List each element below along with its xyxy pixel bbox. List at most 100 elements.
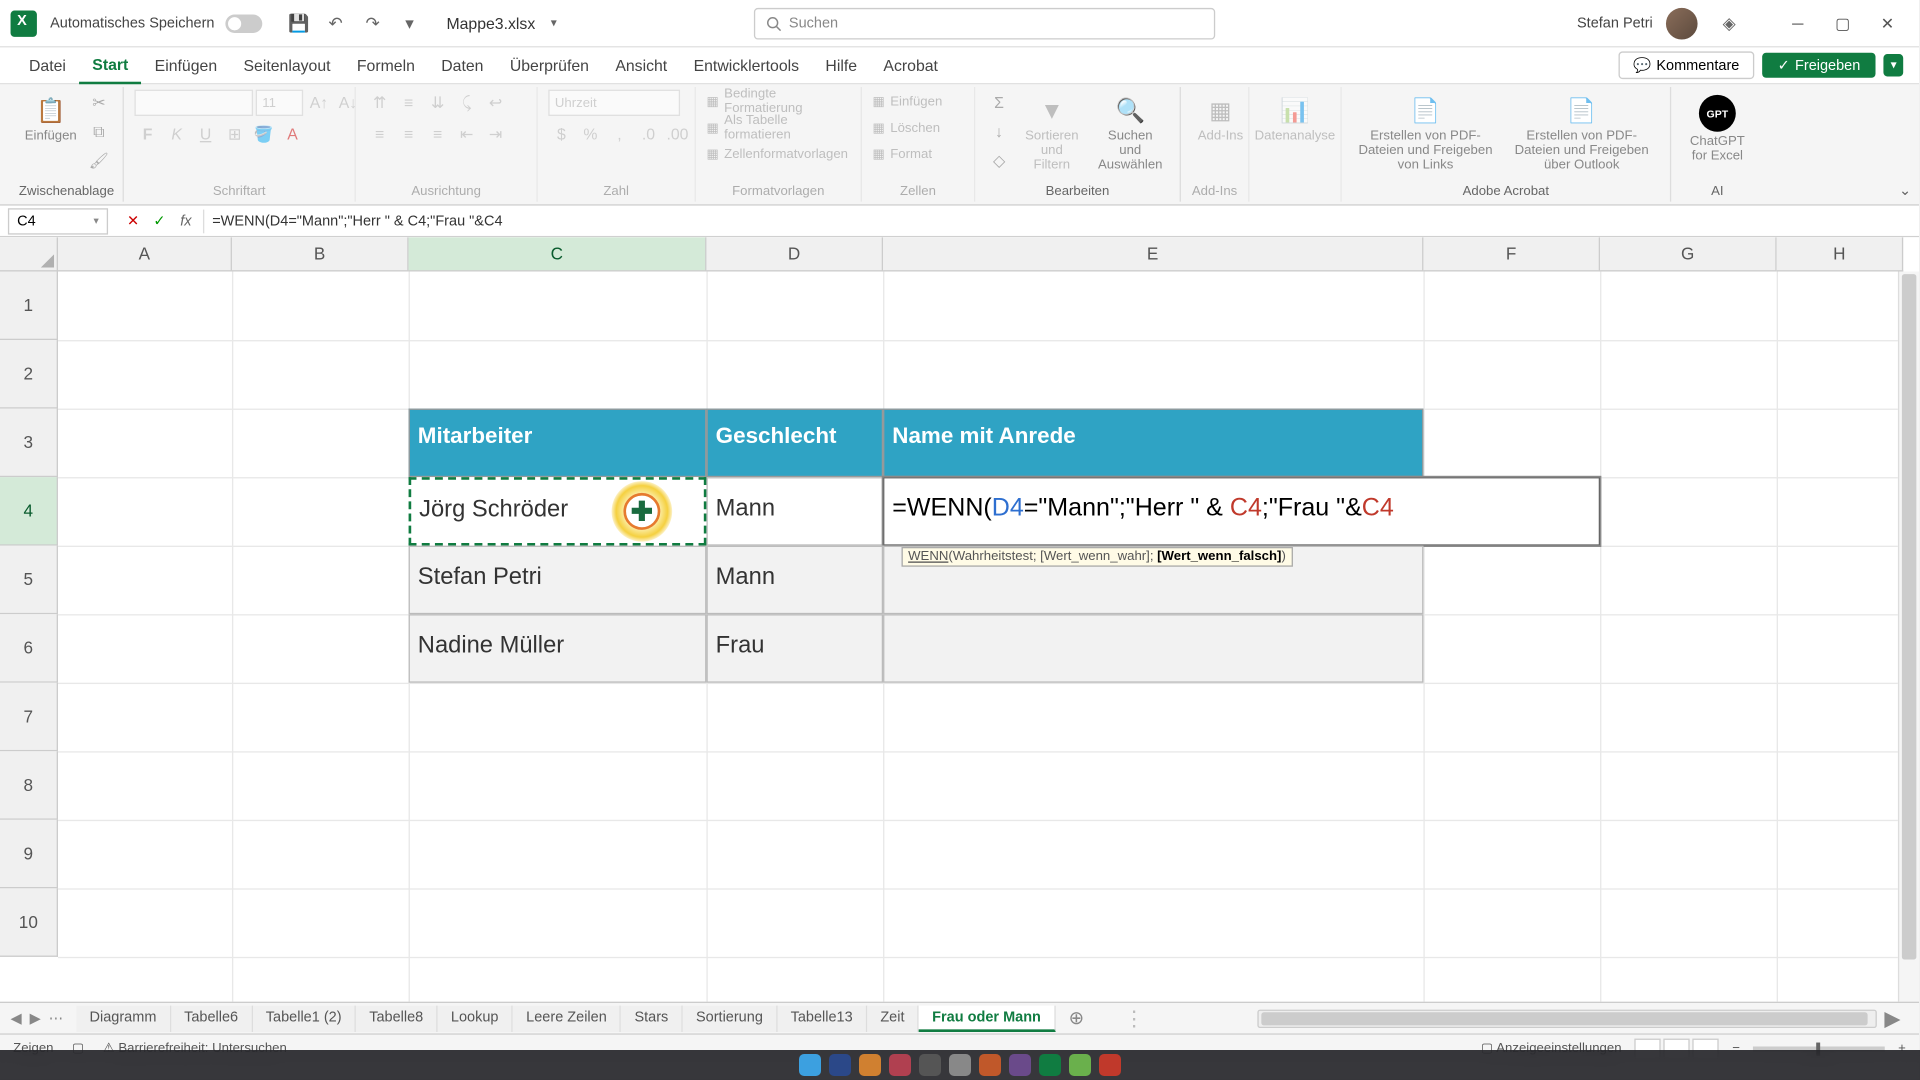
comma-icon[interactable]: , [606, 121, 632, 147]
align-bottom-icon[interactable]: ⇊ [424, 90, 450, 116]
sheet-nav-prev-icon[interactable]: ◀ [11, 1010, 22, 1027]
table-cell-name[interactable]: Nadine Müller [409, 614, 707, 683]
ribbon-tab-formeln[interactable]: Formeln [344, 47, 428, 84]
share-dropdown[interactable]: ▾ [1884, 54, 1903, 76]
align-top-icon[interactable]: ⇈ [366, 90, 392, 116]
find-select-button[interactable]: 🔍Suchen und Auswählen [1091, 90, 1169, 178]
taskbar-app-icon[interactable] [889, 1054, 911, 1076]
ribbon-tab-überprüfen[interactable]: Überprüfen [497, 47, 603, 84]
font-select[interactable] [134, 90, 253, 116]
share-button[interactable]: ✓ Freigeben [1762, 53, 1876, 78]
increase-font-icon[interactable]: A↑ [306, 90, 332, 116]
column-header-A[interactable]: A [58, 237, 232, 271]
ribbon-tab-hilfe[interactable]: Hilfe [812, 47, 870, 84]
column-header-E[interactable]: E [883, 237, 1423, 271]
column-header-F[interactable]: F [1423, 237, 1600, 271]
maximize-button[interactable]: ▢ [1821, 5, 1863, 42]
fill-icon[interactable]: ↓ [986, 119, 1012, 145]
column-header-C[interactable]: C [409, 237, 707, 271]
sheet-tab[interactable]: Tabelle8 [356, 1005, 438, 1031]
save-icon[interactable]: 💾 [288, 13, 309, 34]
undo-icon[interactable]: ↶ [325, 13, 346, 34]
table-cell-gender[interactable]: Mann [706, 546, 883, 615]
column-header-H[interactable]: H [1777, 237, 1904, 271]
indent-increase-icon[interactable]: ⇥ [482, 121, 508, 147]
select-all-corner[interactable] [0, 237, 58, 271]
decrease-decimal-icon[interactable]: .00 [664, 121, 690, 147]
percent-icon[interactable]: % [577, 121, 603, 147]
scroll-right-icon[interactable]: ▶ [1884, 1005, 1900, 1031]
cut-icon[interactable]: ✂ [86, 90, 112, 116]
avatar[interactable] [1666, 7, 1698, 39]
redo-icon[interactable]: ↷ [362, 13, 383, 34]
border-icon[interactable]: ⊞ [221, 121, 247, 147]
conditional-formatting-button[interactable]: ▦ Bedingte Formatierung [706, 90, 850, 114]
insert-cells-button[interactable]: ▦ Einfügen [873, 90, 943, 114]
sheet-tab[interactable]: Diagramm [76, 1005, 171, 1031]
table-cell-formula[interactable]: =WENN(D4="Mann";"Herr " & C4;"Frau "&C4 [883, 477, 1600, 546]
cancel-formula-button[interactable]: ✕ [121, 209, 145, 233]
sheet-tab[interactable]: Stars [621, 1005, 683, 1031]
name-box[interactable]: C4▾ [8, 208, 108, 234]
fx-button[interactable]: fx [174, 209, 198, 233]
create-pdf-link-button[interactable]: 📄Erstellen von PDF-Dateien und Freigeben… [1352, 90, 1498, 178]
ribbon-tab-entwicklertools[interactable]: Entwicklertools [680, 47, 812, 84]
format-cells-button[interactable]: ▦ Format [873, 142, 932, 166]
row-header-7[interactable]: 7 [0, 683, 58, 752]
qat-more-icon[interactable]: ▾ [399, 13, 420, 34]
ribbon-tab-ansicht[interactable]: Ansicht [602, 47, 680, 84]
underline-icon[interactable]: U [192, 121, 218, 147]
table-header[interactable]: Geschlecht [706, 409, 883, 478]
font-size-select[interactable] [256, 90, 303, 116]
minimize-button[interactable]: ─ [1777, 5, 1819, 42]
number-format-select[interactable] [548, 90, 680, 116]
align-middle-icon[interactable]: ≡ [395, 90, 421, 116]
autosum-icon[interactable]: Σ [986, 90, 1012, 116]
taskbar-app-icon[interactable] [919, 1054, 941, 1076]
taskbar-app-icon[interactable] [979, 1054, 1001, 1076]
font-color-icon[interactable]: A [279, 121, 305, 147]
row-header-3[interactable]: 3 [0, 409, 58, 478]
fill-color-icon[interactable]: 🪣 [250, 121, 276, 147]
vertical-scrollbar[interactable] [1898, 272, 1919, 1002]
increase-decimal-icon[interactable]: .0 [635, 121, 661, 147]
sheet-tab[interactable]: Leere Zeilen [513, 1005, 621, 1031]
add-sheet-button[interactable]: ⊕ [1055, 1007, 1097, 1029]
diamond-icon[interactable]: ◈ [1719, 13, 1740, 34]
table-cell-gender[interactable]: Frau [706, 614, 883, 683]
table-cell-gender[interactable]: Mann [706, 477, 883, 546]
align-left-icon[interactable]: ≡ [366, 121, 392, 147]
row-header-1[interactable]: 1 [0, 272, 58, 341]
filename-label[interactable]: Mappe3.xlsx [446, 14, 535, 32]
ribbon-tab-seitenlayout[interactable]: Seitenlayout [230, 47, 343, 84]
taskbar-app-icon[interactable] [1069, 1054, 1091, 1076]
spreadsheet-grid[interactable]: ABCDEFGH 12345678910 MitarbeiterGeschlec… [0, 237, 1919, 1001]
ribbon-tab-datei[interactable]: Datei [16, 47, 79, 84]
align-right-icon[interactable]: ≡ [424, 121, 450, 147]
search-input[interactable]: Suchen [753, 7, 1214, 39]
wrap-text-icon[interactable]: ↩ [482, 90, 508, 116]
ribbon-tab-start[interactable]: Start [79, 47, 141, 84]
create-pdf-outlook-button[interactable]: 📄Erstellen von PDF-Dateien und Freigeben… [1504, 90, 1659, 178]
paste-button[interactable]: 📋Einfügen [21, 90, 80, 149]
cell-styles-button[interactable]: ▦ Zellenformatvorlagen [706, 142, 848, 166]
confirm-formula-button[interactable]: ✓ [148, 209, 172, 233]
row-header-6[interactable]: 6 [0, 614, 58, 683]
row-header-5[interactable]: 5 [0, 546, 58, 615]
row-header-2[interactable]: 2 [0, 340, 58, 409]
ribbon-tab-daten[interactable]: Daten [428, 47, 497, 84]
data-analysis-button[interactable]: 📊Datenanalyse [1260, 90, 1330, 149]
table-header[interactable]: Mitarbeiter [409, 409, 707, 478]
taskbar-app-icon[interactable] [799, 1054, 821, 1076]
sheet-tab[interactable]: Zeit [867, 1005, 919, 1031]
taskbar-app-icon[interactable] [859, 1054, 881, 1076]
orientation-icon[interactable]: ⤹ [453, 90, 479, 116]
ribbon-tab-einfügen[interactable]: Einfügen [141, 47, 230, 84]
currency-icon[interactable]: $ [548, 121, 574, 147]
row-header-9[interactable]: 9 [0, 820, 58, 889]
ribbon-tab-acrobat[interactable]: Acrobat [870, 47, 951, 84]
format-as-table-button[interactable]: ▦ Als Tabelle formatieren [706, 116, 850, 140]
comments-button[interactable]: 💬 Kommentare [1619, 51, 1754, 79]
chatgpt-button[interactable]: GPTChatGPT for Excel [1682, 90, 1753, 169]
sheet-nav-next-icon[interactable]: ▶ [30, 1010, 41, 1027]
